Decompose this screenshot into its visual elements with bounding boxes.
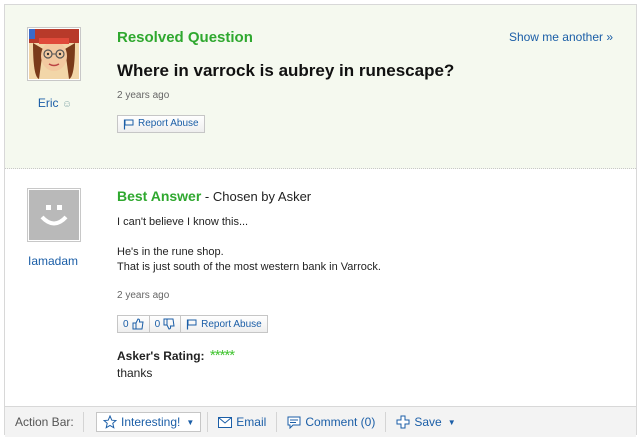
interesting-label: Interesting! xyxy=(121,415,181,429)
thumbs-up-count: 0 xyxy=(123,318,129,330)
question-card: Eric ☺ Resolved Question Show me another… xyxy=(4,4,637,437)
email-label: Email xyxy=(236,415,267,429)
interesting-button[interactable]: Interesting! ▼ xyxy=(96,412,202,432)
asker-name-link[interactable]: Eric ☺ xyxy=(27,96,83,110)
question-section: Eric ☺ Resolved Question Show me another… xyxy=(5,5,636,169)
thumbs-up-button[interactable]: 0 xyxy=(117,315,150,333)
answer-time-ago: 2 years ago xyxy=(117,290,170,301)
answerer-name[interactable]: Iamadam xyxy=(25,254,81,268)
answer-report-abuse-label: Report Abuse xyxy=(201,318,262,330)
rating-comment: thanks xyxy=(117,366,153,380)
best-answer-label: Best Answer xyxy=(117,188,202,204)
flag-icon xyxy=(123,119,134,129)
comment-label: Comment (0) xyxy=(305,415,376,429)
thumbs-down-button[interactable]: 0 xyxy=(148,315,182,333)
show-another-link[interactable]: Show me another » xyxy=(509,30,613,44)
save-button[interactable]: Save ▼ xyxy=(386,415,465,429)
question-report-abuse-label: Report Abuse xyxy=(138,118,199,129)
chosen-by-label: - Chosen by Asker xyxy=(204,189,312,204)
answer-report-abuse-button[interactable]: Report Abuse xyxy=(180,315,268,333)
asker-avatar[interactable] xyxy=(27,27,81,81)
best-answer-heading: Best Answer - Chosen by Asker xyxy=(117,188,311,204)
thumbs-down-count: 0 xyxy=(154,318,161,330)
question-time-ago: 2 years ago xyxy=(117,90,170,101)
answerer-avatar[interactable] xyxy=(27,188,81,242)
asker-rating: Asker's Rating: ***** xyxy=(117,347,235,364)
star-outline-icon xyxy=(103,415,117,429)
resolved-status: Resolved Question xyxy=(117,29,253,46)
answer-line: He's in the rune shop. xyxy=(117,246,224,258)
thumbs-down-icon xyxy=(163,318,175,330)
asker-rating-label: Asker's Rating: xyxy=(117,349,205,363)
envelope-icon xyxy=(218,416,233,428)
divider xyxy=(83,412,84,432)
action-bar-label: Action Bar: xyxy=(15,415,74,429)
answer-vote-group: 0 0 Report Abuse xyxy=(117,315,268,333)
default-smiley-avatar-icon xyxy=(29,190,79,240)
comment-button[interactable]: Comment (0) xyxy=(277,415,385,429)
avatar-cartoon-girl-icon xyxy=(29,29,79,79)
plus-icon xyxy=(396,415,410,429)
answer-body: I can't believe I know this... He's in t… xyxy=(117,215,381,275)
save-label: Save xyxy=(414,415,442,429)
chevron-down-icon: ▼ xyxy=(186,417,195,427)
profile-badge-icon: ☺ xyxy=(61,99,73,110)
thumbs-up-icon xyxy=(132,318,144,330)
answer-line: That is just south of the most western b… xyxy=(117,261,381,273)
question-report-abuse-button[interactable]: Report Abuse xyxy=(117,115,205,133)
question-title: Where in varrock is aubrey in runescape? xyxy=(117,61,455,80)
asker-name[interactable]: Eric xyxy=(38,96,59,110)
action-bar: Action Bar: Interesting! ▼ Email Comment xyxy=(5,406,636,437)
answer-line: I can't believe I know this... xyxy=(117,216,249,228)
flag-icon xyxy=(187,319,197,329)
email-button[interactable]: Email xyxy=(208,415,276,429)
chevron-down-icon: ▼ xyxy=(447,417,456,427)
answer-line-blank xyxy=(117,230,381,245)
speech-bubble-icon xyxy=(287,416,301,429)
rating-stars: ***** xyxy=(209,347,235,364)
